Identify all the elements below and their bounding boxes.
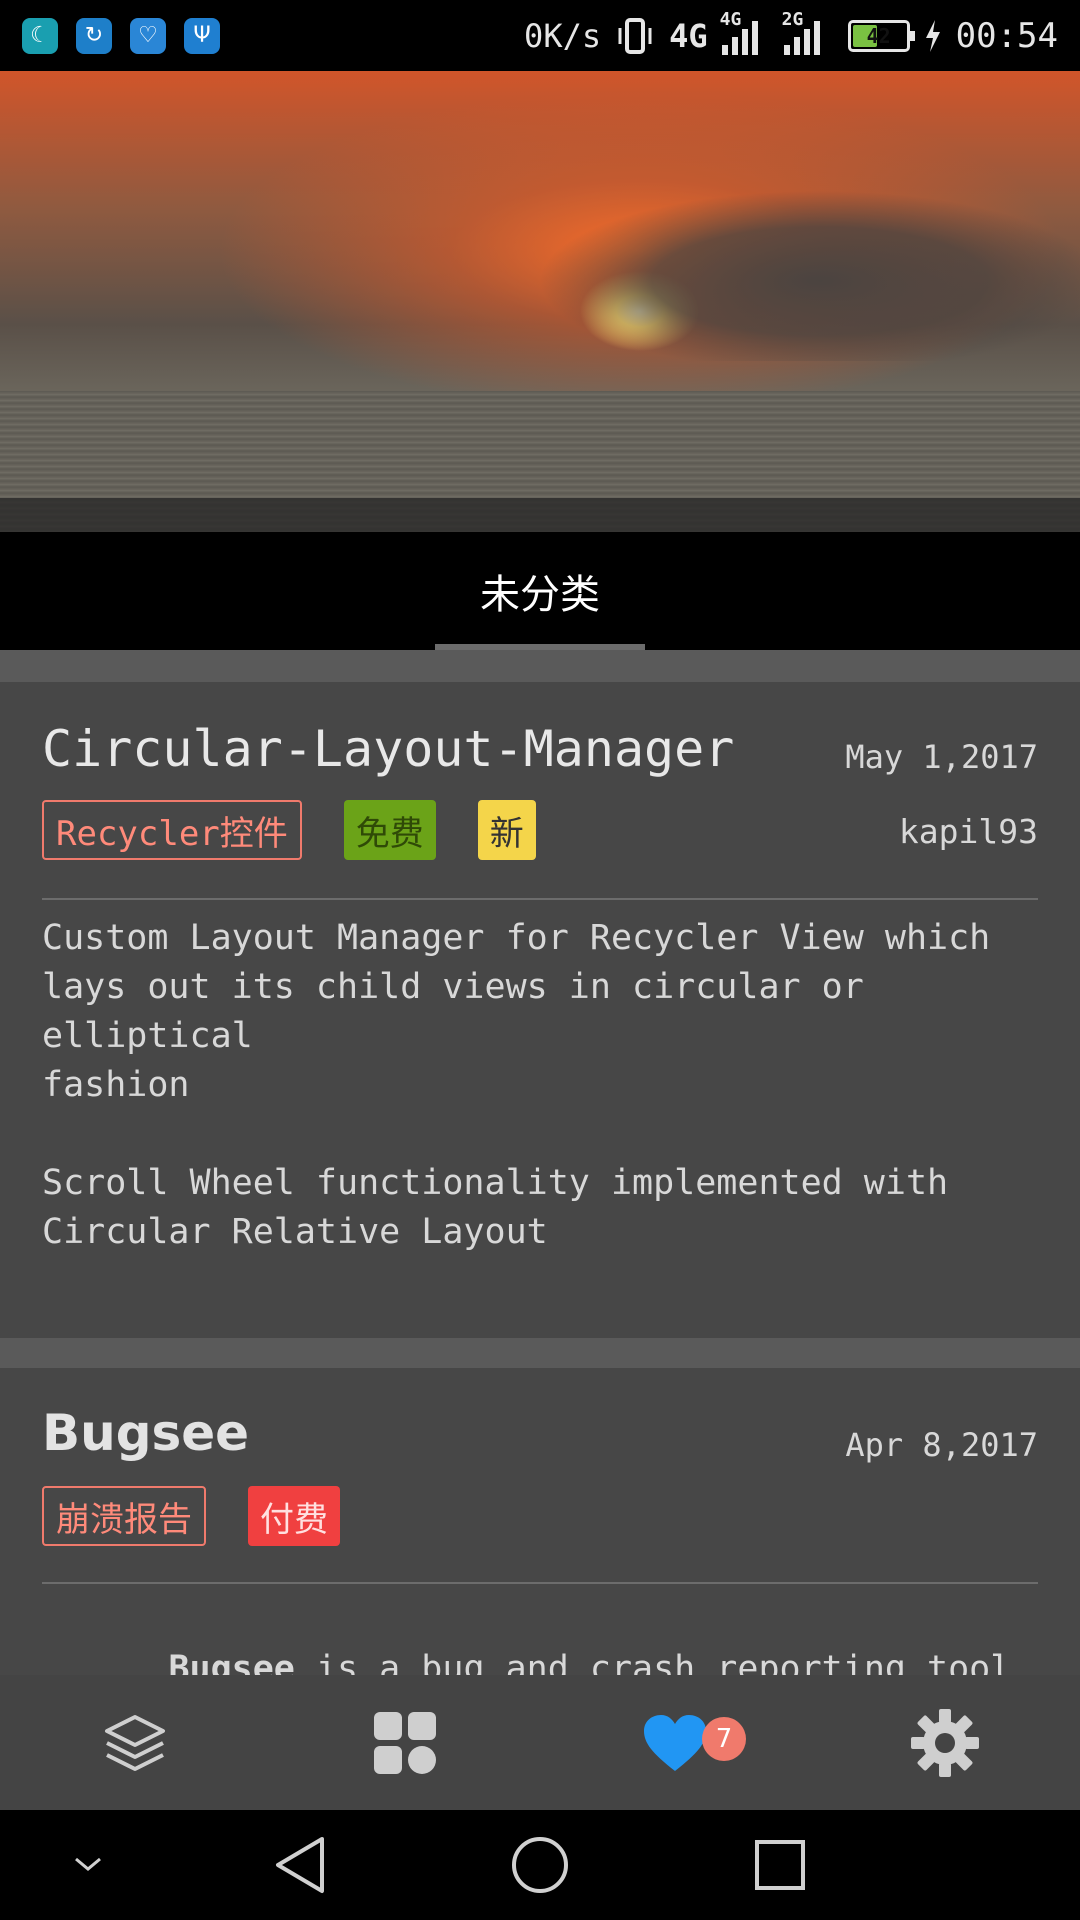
list-item[interactable]: Circular-Layout-Manager May 1,2017 Recyc…	[0, 682, 1080, 1338]
card-title: Circular-Layout-Manager	[42, 720, 735, 778]
moon-app-icon: ☾	[22, 17, 58, 54]
cloud-shape	[540, 161, 1080, 361]
card-title: Bugsee	[42, 1404, 250, 1462]
tag-list: Recycler控件 免费 新	[42, 800, 536, 860]
favorites-badge: 7	[702, 1717, 746, 1761]
grid-icon	[374, 1711, 436, 1774]
chevron-down-icon	[75, 1857, 101, 1871]
divider	[42, 1582, 1038, 1584]
system-navigation-bar	[0, 1810, 1080, 1920]
list-item[interactable]: Bugsee Apr 8,2017 崩溃报告 付费 Bugsee is a bu…	[0, 1368, 1080, 1675]
banner-caption: 记一次旅行:越南芽庄	[0, 498, 1080, 532]
sync-app-icon: ↻	[76, 17, 112, 54]
tag-new[interactable]: 新	[477, 800, 536, 860]
tag-paid[interactable]: 付费	[248, 1486, 340, 1546]
signal-icon-1: 4G	[720, 9, 758, 55]
home-button[interactable]	[500, 1828, 580, 1902]
tag-list: 崩溃报告 付费	[42, 1486, 340, 1546]
divider	[42, 898, 1038, 900]
signal-icon-2: 2G	[782, 9, 820, 55]
hide-nav-button[interactable]	[48, 1828, 128, 1902]
article-list[interactable]: Circular-Layout-Manager May 1,2017 Recyc…	[0, 650, 1080, 1675]
recents-square-icon	[755, 1840, 805, 1890]
battery-icon: 42	[847, 19, 915, 52]
clock: 00:54	[955, 15, 1058, 56]
banner-caption-text: 记一次旅行:越南芽庄	[26, 522, 399, 533]
network-type-label: 4G	[669, 16, 708, 55]
tab-uncategorized[interactable]: 未分类	[435, 532, 645, 650]
recents-button[interactable]	[740, 1828, 820, 1902]
back-button[interactable]	[260, 1828, 340, 1902]
card-description: Custom Layout Manager for Recycler View …	[42, 918, 991, 1252]
notification-icons: ☾ ↻ ♡ Ψ	[22, 17, 220, 54]
category-tab-bar: 未分类	[0, 532, 1080, 650]
net-speed: 0K/s	[524, 16, 602, 55]
tag-free[interactable]: 免费	[343, 800, 436, 860]
tag-crash-report[interactable]: 崩溃报告	[42, 1486, 206, 1546]
health-app-icon: ♡	[130, 17, 166, 54]
header-banner-image[interactable]: 记一次旅行:越南芽庄	[0, 71, 1080, 532]
card-date: May 1,2017	[845, 738, 1038, 776]
nav-settings[interactable]	[810, 1675, 1080, 1810]
layers-icon	[105, 1714, 165, 1771]
card-description: Bugsee is a bug and crash reporting tool…	[42, 1596, 1038, 1675]
charging-icon	[925, 19, 940, 52]
status-bar: ☾ ↻ ♡ Ψ 0K/s 4G 4G 2G 42 00:54	[0, 0, 1080, 71]
tag-recycler[interactable]: Recycler控件	[42, 800, 302, 860]
bottom-navigation: 7	[0, 1675, 1080, 1810]
vibrate-icon	[618, 17, 652, 54]
card-author[interactable]: kapil93	[899, 812, 1038, 851]
card-description-bold: Bugsee	[168, 1649, 295, 1675]
nav-layers[interactable]	[0, 1675, 270, 1810]
nav-grid[interactable]	[270, 1675, 540, 1810]
settings-icon	[911, 1708, 979, 1777]
nav-favorites[interactable]: 7	[540, 1675, 810, 1810]
card-date: Apr 8,2017	[845, 1426, 1038, 1464]
heart-icon	[644, 1714, 706, 1771]
back-triangle-icon	[276, 1837, 324, 1893]
home-circle-icon	[512, 1837, 568, 1893]
usb-icon: Ψ	[184, 17, 220, 54]
